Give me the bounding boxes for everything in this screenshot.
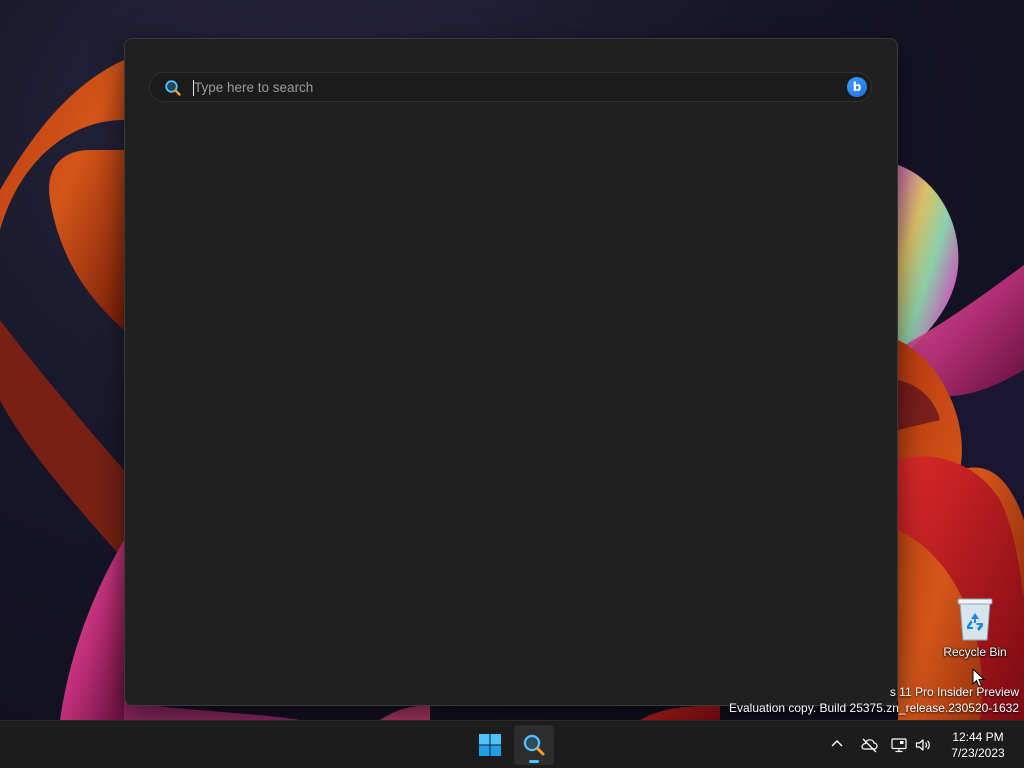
bing-button[interactable]: b: [847, 77, 867, 97]
chevron-up-icon[interactable]: [828, 735, 846, 753]
recycle-bin-label: Recycle Bin: [943, 645, 1007, 659]
search-flyout: b: [124, 38, 898, 706]
search-icon: [523, 734, 545, 756]
mouse-pointer-icon: [972, 668, 986, 688]
active-indicator: [529, 760, 539, 763]
desktop: b Recycle Bin s 11 Pro Insider Preview E…: [0, 0, 1024, 720]
recycle-bin[interactable]: Recycle Bin: [940, 596, 1010, 664]
clock-time: 12:44 PM: [952, 730, 1004, 744]
search-box[interactable]: b: [149, 72, 872, 102]
start-button[interactable]: [470, 725, 510, 765]
taskbar-search-button[interactable]: [514, 725, 554, 765]
clock-date: 7/23/2023: [951, 746, 1005, 760]
display-icon[interactable]: [890, 736, 908, 754]
windows-logo-icon: [479, 734, 501, 756]
bing-icon: b: [852, 80, 862, 94]
search-icon: [165, 80, 181, 96]
volume-icon[interactable]: [914, 736, 932, 754]
text-caret: [193, 80, 194, 96]
taskbar: 12:44 PM 7/23/2023: [0, 720, 1024, 768]
recycle-bin-icon: [957, 598, 993, 641]
network-disconnected-icon[interactable]: [860, 736, 878, 754]
build-watermark: s 11 Pro Insider Preview Evaluation copy…: [729, 684, 1019, 716]
taskbar-clock[interactable]: 12:44 PM 7/23/2023: [938, 729, 1018, 761]
watermark-line2: Evaluation copy. Build 25375.zn_release.…: [729, 701, 1019, 715]
search-input[interactable]: [192, 77, 824, 97]
